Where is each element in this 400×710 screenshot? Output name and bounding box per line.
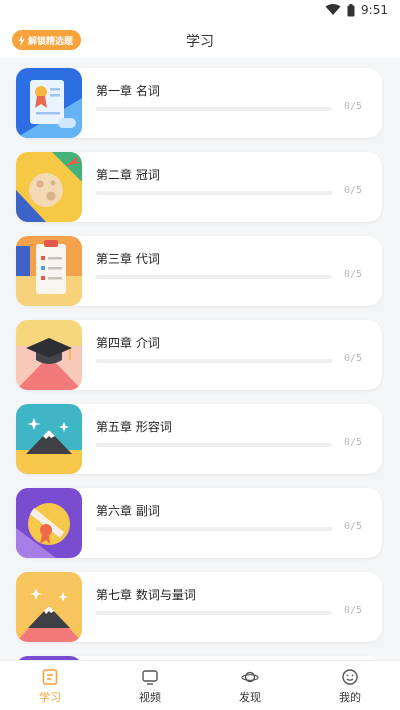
progress-bar — [96, 359, 332, 363]
chapter-title: 第三章 代词 — [96, 252, 160, 266]
study-icon — [42, 668, 58, 685]
nav-tab-video[interactable]: 视频 — [100, 661, 200, 710]
chapter-card[interactable]: 第六章 副词 0/5 — [16, 488, 382, 558]
chapter-thumbnail — [16, 236, 82, 306]
chapter-card[interactable]: 第一章 名词 0/5 — [16, 68, 382, 138]
progress-bar — [96, 527, 332, 531]
top-header: 解锁精选题 学习 — [0, 22, 400, 58]
chapter-title: 第一章 名词 — [96, 84, 160, 98]
mountain-stars-icon — [16, 404, 82, 474]
chapter-card[interactable]: 第五章 形容词 0/5 — [16, 404, 382, 474]
bottom-nav: 学习 视频 发现 我的 — [0, 660, 400, 710]
progress-bar — [96, 107, 332, 111]
chapter-thumbnail — [16, 68, 82, 138]
planet-icon — [241, 671, 259, 682]
chapter-card[interactable]: 第四章 介词 0/5 — [16, 320, 382, 390]
chapter-thumbnail — [16, 404, 82, 474]
chapter-thumbnail — [16, 152, 82, 222]
battery-icon — [347, 3, 355, 16]
progress-count: 0/5 — [343, 437, 362, 448]
status-bar: 9:51 — [0, 0, 400, 22]
nav-tab-mine[interactable]: 我的 — [300, 661, 400, 710]
tv-icon — [142, 669, 158, 685]
chapter-list: 第一章 名词 0/5 第二章 冠词 0/5 第三章 代词 0/5 第四章 介词 … — [0, 58, 400, 660]
smiley-icon — [342, 668, 358, 685]
status-icons: 9:51 — [325, 3, 388, 17]
progress-count: 0/5 — [343, 185, 362, 196]
progress-count: 0/5 — [343, 101, 362, 112]
planet-comet-icon — [16, 152, 82, 222]
nav-label-video: 视频 — [139, 690, 161, 704]
chapter-card[interactable]: 第二章 冠词 0/5 — [16, 152, 382, 222]
chapter-title: 第二章 冠词 — [96, 168, 160, 182]
nav-tab-study[interactable]: 学习 — [0, 661, 100, 710]
nav-tab-discover[interactable]: 发现 — [200, 661, 300, 710]
progress-bar — [96, 443, 332, 447]
nav-label-mine: 我的 — [339, 690, 361, 704]
chapter-thumbnail — [16, 320, 82, 390]
checklist-board-icon — [16, 236, 82, 306]
mountain-stars-icon — [16, 572, 82, 642]
certificate-icon — [16, 68, 82, 138]
chapter-title: 第六章 副词 — [96, 504, 160, 518]
progress-count: 0/5 — [343, 521, 362, 532]
progress-bar — [96, 191, 332, 195]
progress-bar — [96, 275, 332, 279]
chapter-thumbnail — [16, 488, 82, 558]
progress-bar — [96, 611, 332, 615]
progress-count: 0/5 — [343, 269, 362, 280]
progress-count: 0/5 — [343, 605, 362, 616]
progress-count: 0/5 — [343, 353, 362, 364]
chapter-card[interactable]: 第七章 数词与量词 0/5 — [16, 572, 382, 642]
chapter-title: 第七章 数词与量词 — [96, 588, 196, 602]
chapter-thumbnail — [16, 572, 82, 642]
status-time: 9:51 — [361, 3, 388, 17]
chapter-title: 第四章 介词 — [96, 336, 160, 350]
page-title: 学习 — [186, 34, 214, 50]
award-ribbon-icon — [16, 488, 82, 558]
chapter-card[interactable]: 第三章 代词 0/5 — [16, 236, 382, 306]
wifi-icon — [325, 4, 341, 15]
nav-label-discover: 发现 — [239, 690, 261, 704]
chapter-title: 第五章 形容词 — [96, 420, 172, 434]
graduation-cap-icon — [16, 320, 82, 390]
nav-label-study: 学习 — [39, 690, 61, 704]
